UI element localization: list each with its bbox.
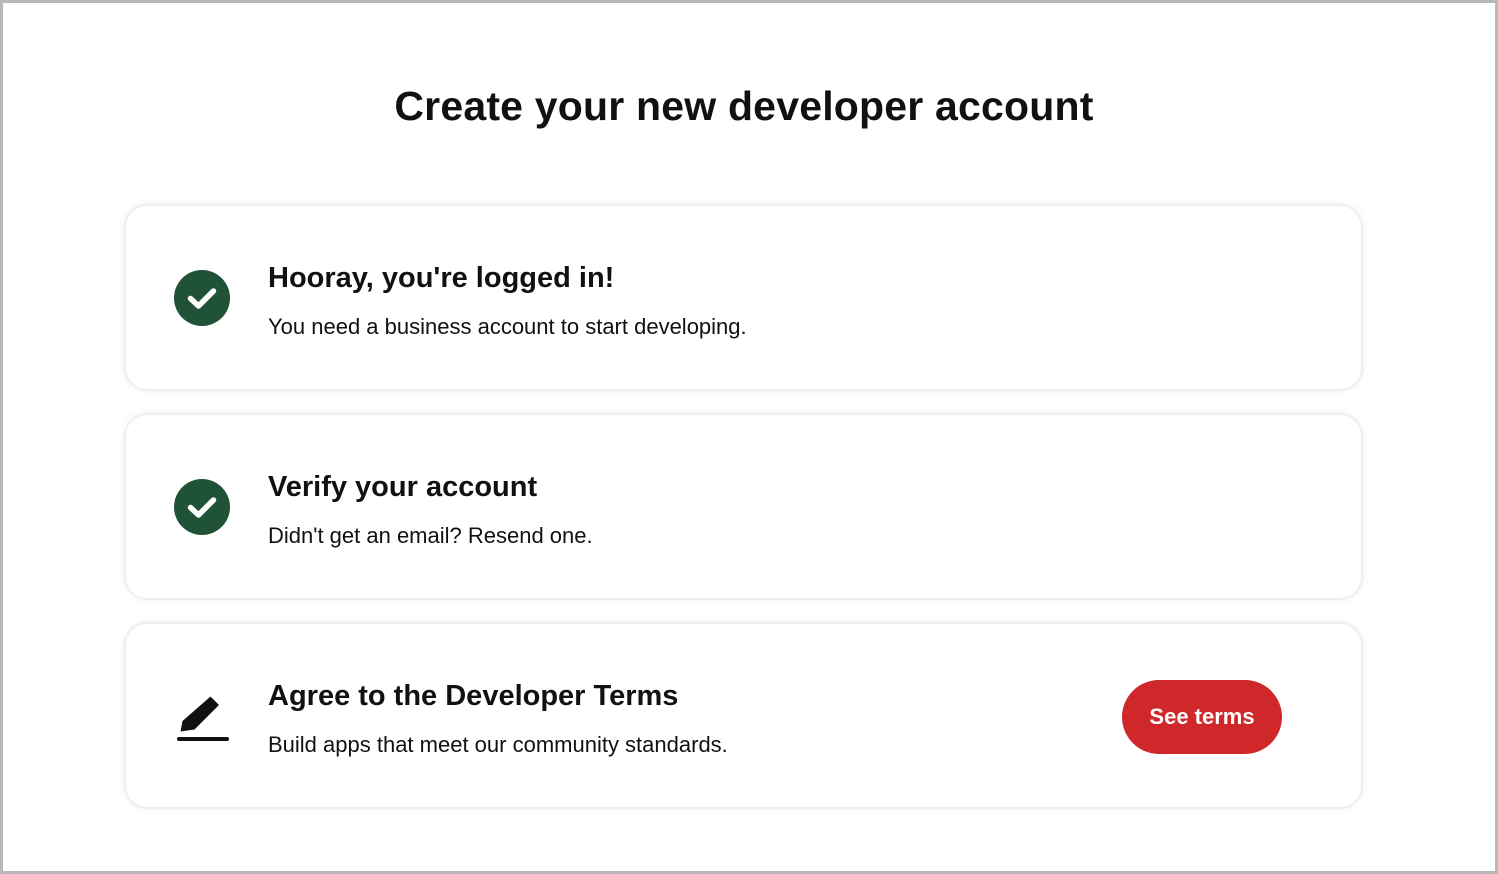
step-card-developer-terms: Agree to the Developer Terms Build apps …	[125, 623, 1362, 808]
step-description: Didn't get an email? Resend one.	[268, 523, 593, 548]
step-description: You need a business account to start dev…	[268, 314, 747, 339]
page-title: Create your new developer account	[394, 83, 1094, 129]
window-frame: Create your new developer account Hooray…	[0, 0, 1498, 874]
step-heading: Hooray, you're logged in!	[268, 262, 615, 294]
check-circle-icon	[174, 270, 230, 326]
pen-icon	[174, 688, 230, 744]
step-heading: Verify your account	[268, 471, 538, 503]
check-circle-icon	[174, 479, 230, 535]
see-terms-button[interactable]: See terms	[1122, 680, 1282, 754]
step-description: Build apps that meet our community stand…	[268, 732, 728, 757]
step-card-verify-account: Verify your account Didn't get an email?…	[125, 414, 1362, 599]
step-heading: Agree to the Developer Terms	[268, 680, 679, 712]
step-card-logged-in: Hooray, you're logged in! You need a bus…	[125, 205, 1362, 390]
